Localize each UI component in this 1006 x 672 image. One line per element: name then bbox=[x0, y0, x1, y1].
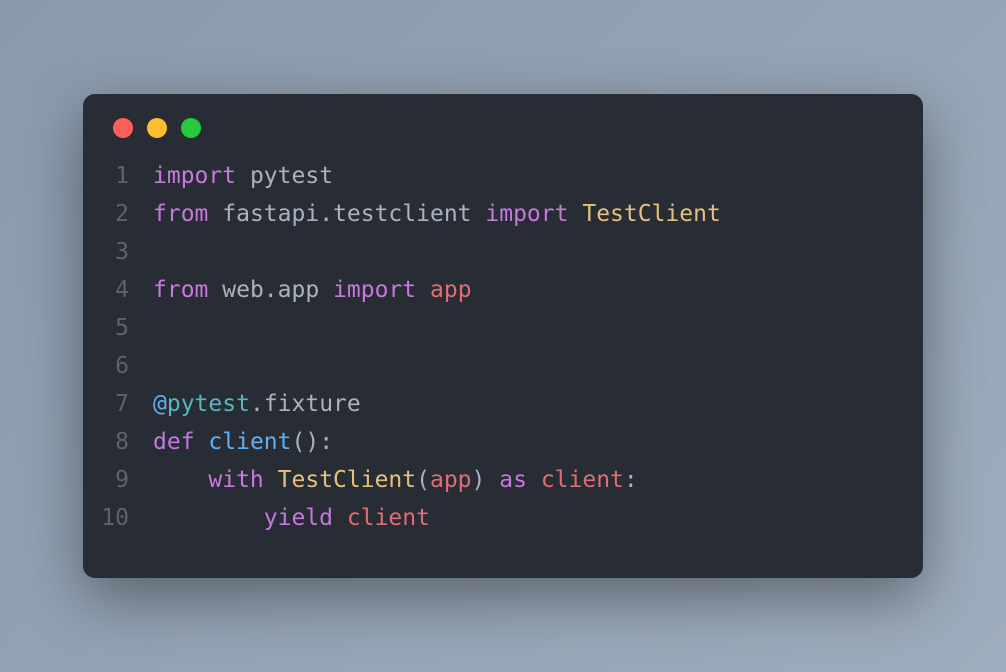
code-token: from bbox=[153, 277, 208, 303]
code-token: app bbox=[430, 467, 472, 493]
code-token bbox=[264, 467, 278, 493]
code-line: 3 bbox=[83, 234, 893, 272]
code-token bbox=[195, 429, 209, 455]
code-editor[interactable]: 1import pytest2from fastapi.testclient i… bbox=[83, 158, 923, 537]
line-content bbox=[153, 310, 167, 348]
code-token: fastapi bbox=[222, 201, 319, 227]
code-token: client bbox=[208, 429, 291, 455]
line-content: from web.app import app bbox=[153, 272, 472, 310]
line-content: from fastapi.testclient import TestClien… bbox=[153, 196, 721, 234]
code-token: @ bbox=[153, 391, 167, 417]
line-number: 3 bbox=[83, 234, 153, 272]
code-token bbox=[416, 277, 430, 303]
code-token: ( bbox=[416, 467, 430, 493]
code-token: . bbox=[319, 201, 333, 227]
code-token: . bbox=[264, 277, 278, 303]
maximize-button[interactable] bbox=[181, 118, 201, 138]
code-token: app bbox=[430, 277, 472, 303]
code-token: app bbox=[278, 277, 320, 303]
code-token: as bbox=[499, 467, 527, 493]
code-token: pytest bbox=[250, 163, 333, 189]
code-window: 1import pytest2from fastapi.testclient i… bbox=[83, 94, 923, 577]
code-token bbox=[485, 467, 499, 493]
line-number: 6 bbox=[83, 348, 153, 386]
close-button[interactable] bbox=[113, 118, 133, 138]
code-token bbox=[333, 505, 347, 531]
code-line: 8def client(): bbox=[83, 424, 893, 462]
code-token: ) bbox=[472, 467, 486, 493]
code-token: TestClient bbox=[582, 201, 720, 227]
code-token: testclient bbox=[333, 201, 471, 227]
code-line: 1import pytest bbox=[83, 158, 893, 196]
code-line: 5 bbox=[83, 310, 893, 348]
code-token bbox=[153, 467, 208, 493]
code-token: client bbox=[347, 505, 430, 531]
code-token: fixture bbox=[264, 391, 361, 417]
line-content bbox=[153, 234, 167, 272]
code-line: 10 yield client bbox=[83, 500, 893, 538]
code-token: . bbox=[250, 391, 264, 417]
code-line: 2from fastapi.testclient import TestClie… bbox=[83, 196, 893, 234]
line-content: with TestClient(app) as client: bbox=[153, 462, 638, 500]
code-token: import bbox=[333, 277, 416, 303]
code-line: 7@pytest.fixture bbox=[83, 386, 893, 424]
minimize-button[interactable] bbox=[147, 118, 167, 138]
code-token: with bbox=[208, 467, 263, 493]
line-content: def client(): bbox=[153, 424, 333, 462]
line-number: 4 bbox=[83, 272, 153, 310]
line-content: import pytest bbox=[153, 158, 333, 196]
code-token: yield bbox=[264, 505, 333, 531]
line-number: 9 bbox=[83, 462, 153, 500]
code-token: import bbox=[153, 163, 236, 189]
code-token: () bbox=[292, 429, 320, 455]
window-titlebar bbox=[83, 118, 923, 158]
code-token bbox=[153, 505, 264, 531]
code-token: def bbox=[153, 429, 195, 455]
code-token bbox=[568, 201, 582, 227]
line-number: 8 bbox=[83, 424, 153, 462]
code-line: 4from web.app import app bbox=[83, 272, 893, 310]
code-token bbox=[236, 163, 250, 189]
line-content: yield client bbox=[153, 500, 430, 538]
code-token: client bbox=[541, 467, 624, 493]
code-token: pytest bbox=[167, 391, 250, 417]
code-token bbox=[527, 467, 541, 493]
line-number: 5 bbox=[83, 310, 153, 348]
code-token bbox=[472, 201, 486, 227]
line-content: @pytest.fixture bbox=[153, 386, 361, 424]
line-content bbox=[153, 348, 167, 386]
code-token: TestClient bbox=[278, 467, 416, 493]
code-line: 9 with TestClient(app) as client: bbox=[83, 462, 893, 500]
code-token bbox=[208, 277, 222, 303]
code-line: 6 bbox=[83, 348, 893, 386]
code-token: web bbox=[222, 277, 264, 303]
code-token: import bbox=[485, 201, 568, 227]
code-token: : bbox=[319, 429, 333, 455]
line-number: 2 bbox=[83, 196, 153, 234]
code-token bbox=[208, 201, 222, 227]
code-token: from bbox=[153, 201, 208, 227]
line-number: 10 bbox=[83, 500, 153, 538]
code-token: : bbox=[624, 467, 638, 493]
line-number: 7 bbox=[83, 386, 153, 424]
line-number: 1 bbox=[83, 158, 153, 196]
code-token bbox=[319, 277, 333, 303]
